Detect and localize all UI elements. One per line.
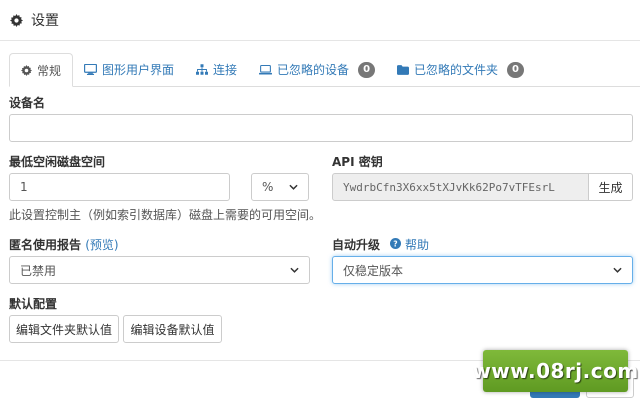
device-name-label: 设备名 [9,96,46,110]
watermark-logo: www.08rj.com [472,350,638,392]
header-divider [0,40,640,41]
tab-label: 已忽略的文件夹 [414,63,499,77]
tab-label: 常规 [37,63,62,78]
tab-label: 图形用户界面 [102,63,175,77]
laptop-icon [259,64,273,75]
usage-report-select[interactable]: 已禁用 [9,256,310,284]
edit-folder-defaults-button[interactable]: 编辑文件夹默认值 [9,315,119,343]
svg-text:?: ? [393,239,397,248]
auto-upgrade-label: 自动升级 ? 帮助 [332,236,429,253]
watermark-text: www.08rj.com [472,359,639,383]
min-disk-unit-select[interactable]: % [251,173,309,201]
auto-upgrade-select[interactable]: 仅稳定版本 [332,256,633,284]
tab-label: 已忽略的设备 [277,63,350,77]
chevron-down-icon [612,265,622,275]
ignored-devices-count-badge: 0 [358,61,376,78]
page-title: 设置 [31,13,59,29]
auto-upgrade-help-link[interactable]: ? 帮助 [390,236,429,253]
sitemap-icon [196,64,209,75]
tab-ignored-folders[interactable]: 已忽略的文件夹 0 [386,53,535,86]
tab-general[interactable]: 常规 [9,53,74,87]
tab-connections[interactable]: 连接 [185,53,248,86]
gear-icon [9,13,23,27]
usage-report-value: 已禁用 [20,263,57,278]
tab-ignored-devices[interactable]: 已忽略的设备 0 [248,53,386,86]
help-link-text: 帮助 [405,238,430,252]
tab-label: 连接 [213,63,238,77]
api-key-field[interactable]: YwdrbCfn3X6xx5tXJvKk62Po7vTFEsrL [332,173,589,201]
default-config-label: 默认配置 [9,297,58,311]
chevron-down-icon [289,265,299,275]
folder-icon [397,64,410,75]
usage-report-preview-link[interactable]: (预览) [85,238,118,252]
device-name-input[interactable] [9,114,633,142]
chevron-down-icon [288,182,298,192]
usage-report-label-text: 匿名使用报告 [9,238,82,252]
question-circle-icon: ? [390,237,402,252]
min-disk-help-text: 此设置控制主（例如索引数据库）磁盘上需要的可用空间。 [9,208,322,222]
modal-header: 设置 [9,9,59,31]
auto-upgrade-label-text: 自动升级 [332,238,381,252]
desktop-icon [84,64,97,75]
settings-tabs: 常规 图形用户界面 连接 已忽略的设备 0 已忽略的文件夹 0 [9,53,640,87]
generate-api-key-button[interactable]: 生成 [588,173,633,201]
min-disk-space-label: 最低空闲磁盘空间 [9,155,106,169]
unit-value: % [262,180,274,194]
tab-gui[interactable]: 图形用户界面 [73,53,185,86]
api-key-label: API 密钥 [332,155,383,169]
edit-device-defaults-button[interactable]: 编辑设备默认值 [123,315,222,343]
auto-upgrade-value: 仅稳定版本 [343,263,404,278]
min-disk-space-input[interactable]: 1 [9,173,230,201]
ignored-folders-count-badge: 0 [507,61,525,78]
usage-report-label: 匿名使用报告 (预览) [9,236,119,253]
gear-icon [21,64,32,76]
